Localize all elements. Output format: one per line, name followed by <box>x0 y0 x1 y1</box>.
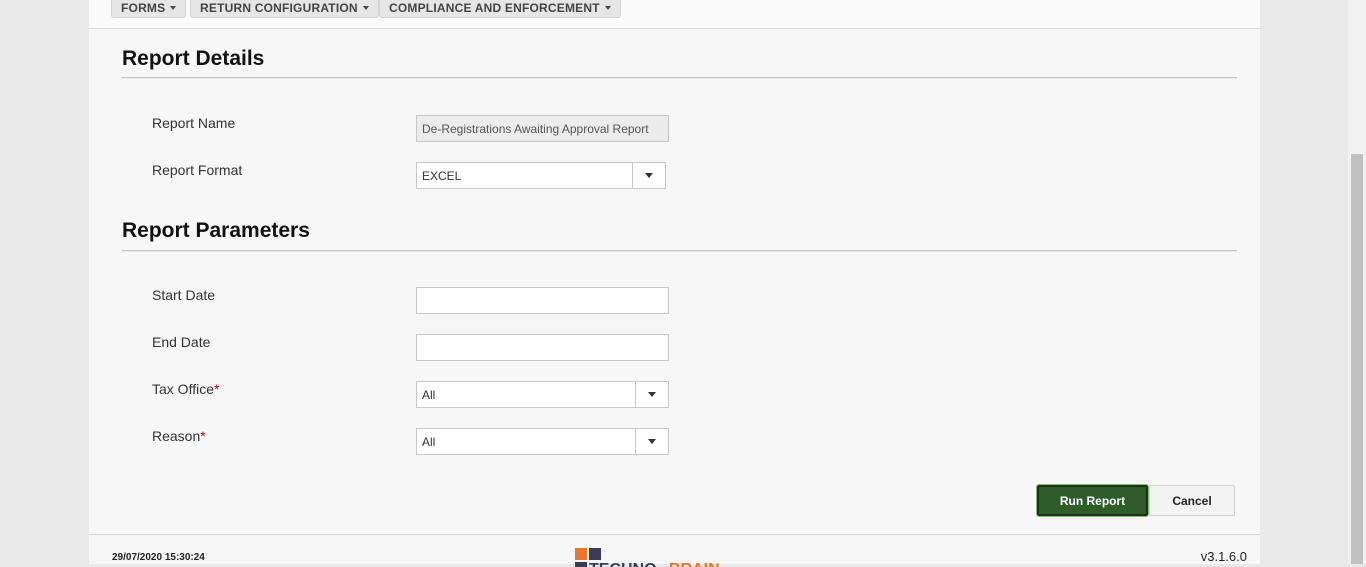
report-format-value: EXCEL <box>422 168 462 183</box>
nav-compliance-label: COMPLIANCE AND ENFORCEMENT <box>389 1 600 15</box>
footer-divider <box>89 534 1260 535</box>
run-report-button[interactable]: Run Report <box>1036 484 1149 517</box>
tax-office-label-text: Tax Office <box>152 381 214 397</box>
svg-text:BRAIN: BRAIN <box>669 561 720 567</box>
nav-return-configuration-label: RETURN CONFIGURATION <box>200 1 358 15</box>
cancel-button[interactable]: Cancel <box>1149 485 1235 516</box>
chevron-down-icon <box>645 173 653 178</box>
tax-office-label: Tax Office* <box>152 381 219 397</box>
reason-value: All <box>422 434 436 449</box>
start-date-input[interactable] <box>416 287 669 314</box>
nav-forms-menu[interactable]: FORMS <box>111 0 187 18</box>
section-divider <box>122 250 1237 252</box>
caret-down-icon <box>362 6 369 10</box>
nav-compliance-menu[interactable]: COMPLIANCE AND ENFORCEMENT <box>379 0 621 18</box>
tax-office-select[interactable]: All <box>416 381 669 408</box>
report-format-dropdown-button[interactable] <box>632 163 665 188</box>
app-version: v3.1.6.0 <box>1200 549 1247 564</box>
footer-datetime: 29/07/2020 15:30:24 <box>112 552 205 563</box>
report-name-label: Report Name <box>152 115 236 131</box>
required-marker: * <box>200 428 206 444</box>
tax-office-value: All <box>422 387 436 402</box>
report-parameters-heading: Report Parameters <box>122 219 310 242</box>
nav-forms-label: FORMS <box>121 1 166 15</box>
vertical-scrollbar[interactable] <box>1348 0 1366 564</box>
nav-return-configuration-menu[interactable]: RETURN CONFIGURATION <box>190 0 379 18</box>
chevron-down-icon <box>648 392 656 397</box>
report-format-select[interactable]: EXCEL <box>416 162 666 189</box>
chevron-down-icon <box>648 439 656 444</box>
techno-brain-logo: TECHNO BRAIN <box>575 548 720 567</box>
start-date-label: Start Date <box>152 287 216 303</box>
end-date-label: End Date <box>152 334 211 350</box>
caret-down-icon <box>170 6 177 10</box>
logo-text: TECHNO <box>589 561 657 567</box>
report-name-value: De-Registrations Awaiting Approval Repor… <box>422 121 649 136</box>
reason-label: Reason* <box>152 428 206 444</box>
reason-select[interactable]: All <box>416 428 669 455</box>
top-navigation: FORMS RETURN CONFIGURATION COMPLIANCE AN… <box>89 0 1260 29</box>
scrollbar-thumb[interactable] <box>1351 154 1363 564</box>
report-details-heading: Report Details <box>122 47 265 70</box>
page-container: FORMS RETURN CONFIGURATION COMPLIANCE AN… <box>89 0 1260 567</box>
section-divider <box>122 77 1237 79</box>
tax-office-dropdown-button[interactable] <box>635 382 668 407</box>
reason-label-text: Reason <box>152 428 201 444</box>
caret-down-icon <box>604 6 611 10</box>
end-date-input[interactable] <box>416 334 669 361</box>
reason-dropdown-button[interactable] <box>635 429 668 454</box>
report-name-field: De-Registrations Awaiting Approval Repor… <box>416 115 669 142</box>
report-format-label: Report Format <box>152 162 243 178</box>
required-marker: * <box>214 381 220 397</box>
